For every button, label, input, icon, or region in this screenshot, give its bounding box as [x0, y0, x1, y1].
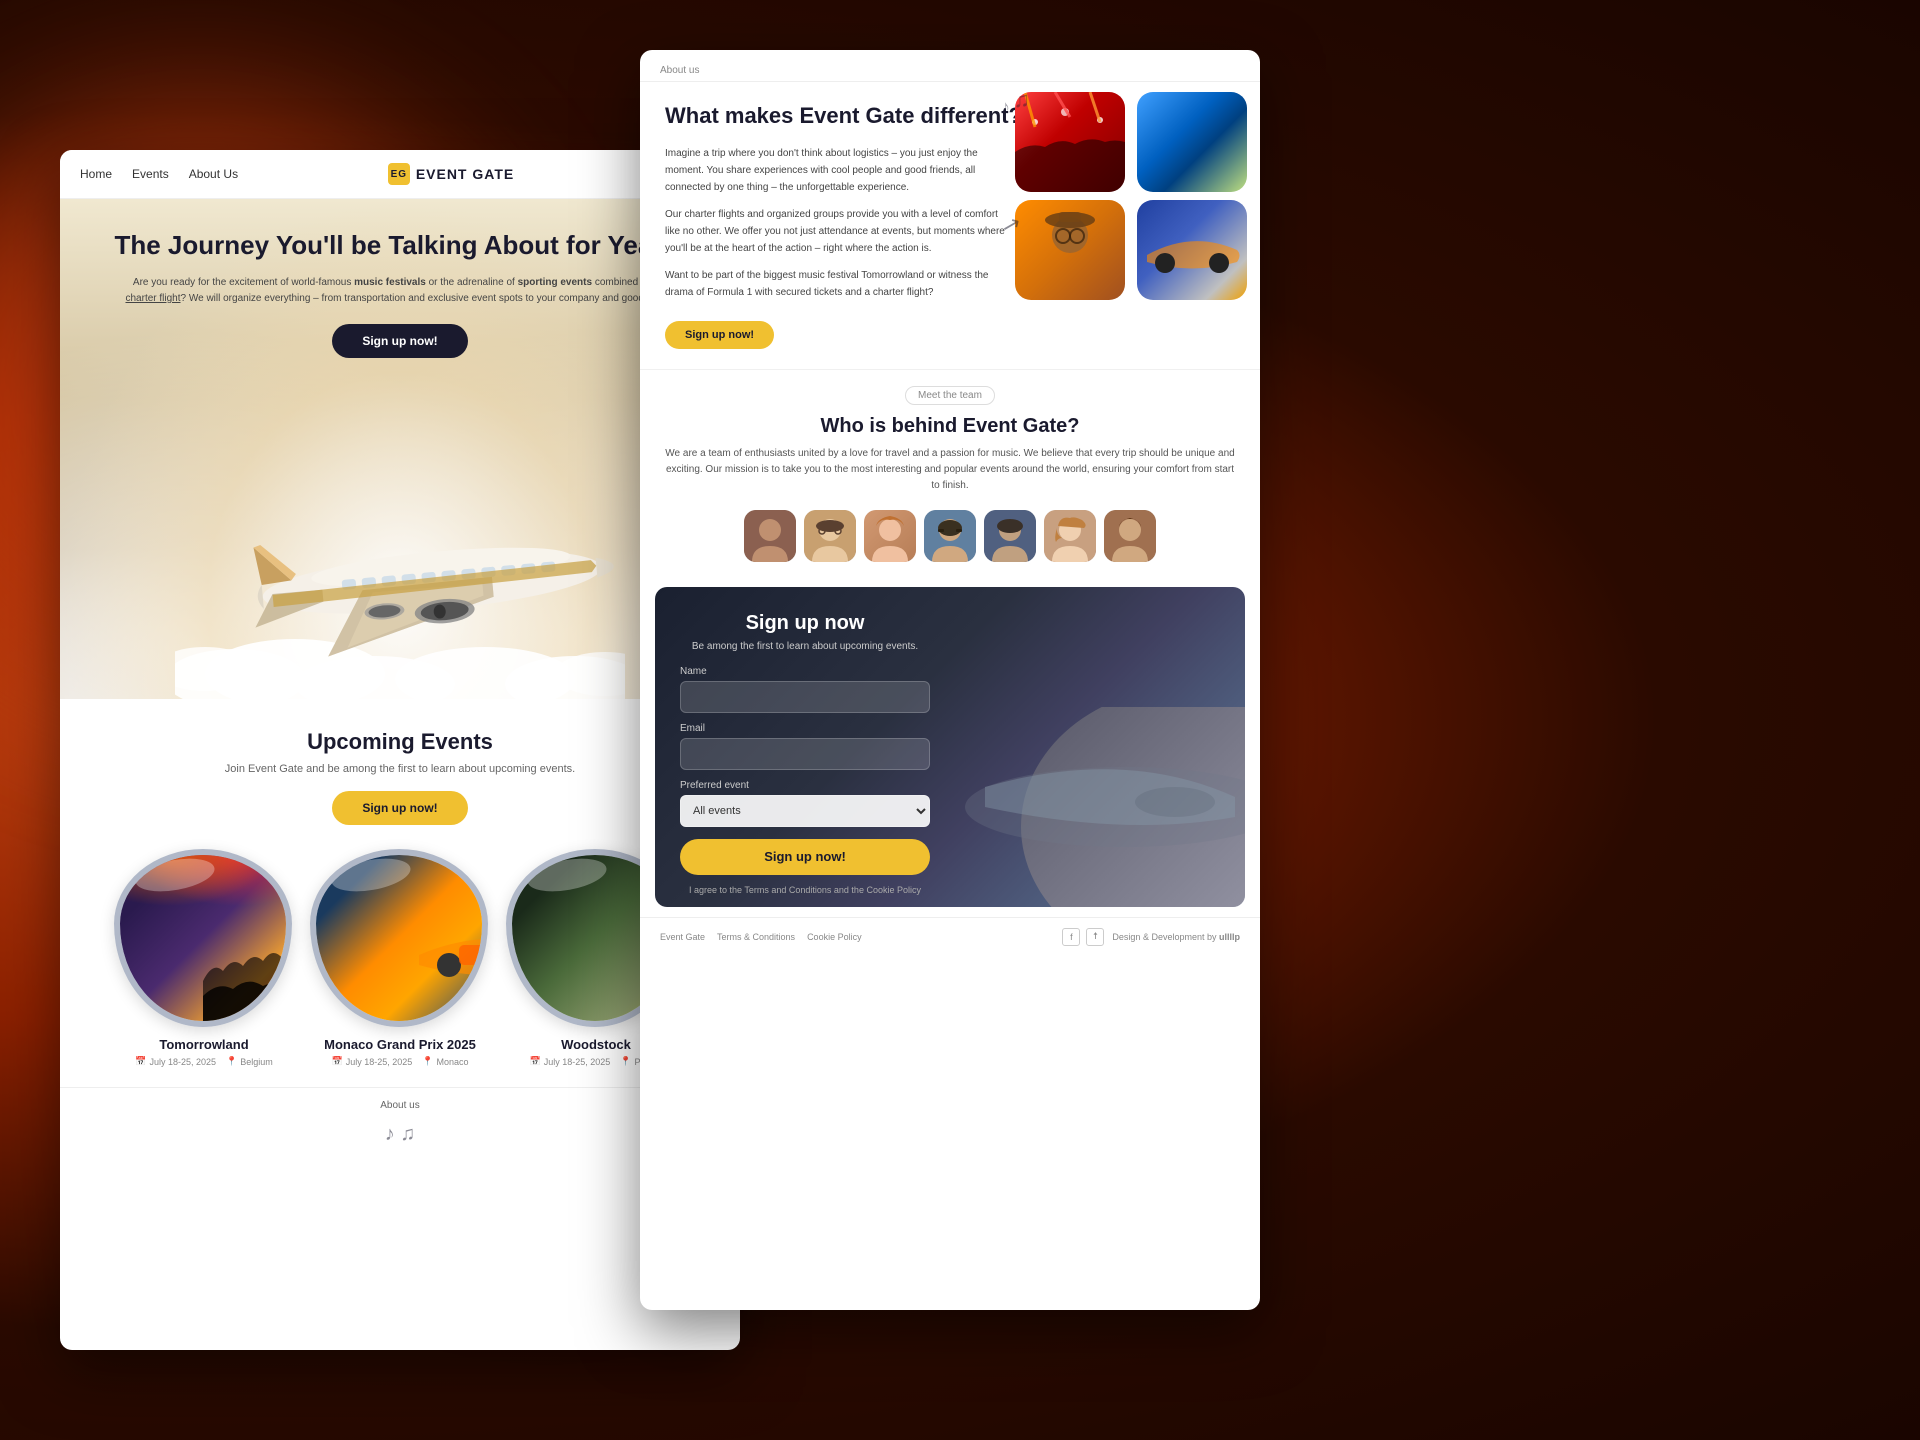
signup-form: Sign up now Be among the first to learn …: [655, 587, 955, 907]
about-cta-button[interactable]: Sign up now!: [665, 321, 774, 349]
footer-instagram-icon[interactable]: ☨: [1086, 928, 1104, 946]
windows-container: Home Events About Us EG EVENT GATE f ☨ T…: [60, 50, 1860, 1390]
email-label: Email: [680, 723, 930, 734]
team-title: Who is behind Event Gate?: [665, 415, 1235, 438]
event-name-monaco: Monaco Grand Prix 2025: [310, 1037, 490, 1052]
left-window: Home Events About Us EG EVENT GATE f ☨ T…: [60, 150, 740, 1350]
event-meta-tomorrowland: 📅 July 18-25, 2025 📍 Belgium: [114, 1056, 294, 1067]
cookie-link[interactable]: Cookie Policy: [807, 932, 862, 942]
event-name-tomorrowland: Tomorrowland: [114, 1037, 294, 1052]
team-avatars: [665, 510, 1235, 562]
hero-cta-button[interactable]: Sign up now!: [332, 324, 467, 358]
hero-title: The Journey You'll be Talking About for …: [60, 229, 740, 263]
nav-home[interactable]: Home: [80, 167, 112, 181]
event-img-festival: [1015, 200, 1125, 300]
hero-subtitle: Are you ready for the excitement of worl…: [60, 263, 740, 319]
avatar-4: [924, 510, 976, 562]
right-window: About us What makes Event Gate different…: [640, 50, 1260, 1310]
avatar-2: [804, 510, 856, 562]
terms-text: I agree to the Terms and Conditions and …: [680, 885, 930, 895]
footer-links: Event Gate Terms & Conditions Cookie Pol…: [660, 932, 862, 942]
about-section-wrapper: What makes Event Gate different? Imagine…: [640, 82, 1260, 369]
right-footer: Event Gate Terms & Conditions Cookie Pol…: [640, 917, 1260, 956]
events-section: Upcoming Events Join Event Gate and be a…: [60, 699, 740, 1087]
events-subtitle: Join Event Gate and be among the first t…: [90, 763, 710, 775]
music-note-2: ♫: [1014, 87, 1031, 113]
event-img-concert: [1015, 92, 1125, 192]
navigation: Home Events About Us EG EVENT GATE f ☨: [60, 150, 740, 199]
about-text-2: Our charter flights and organized groups…: [665, 206, 1005, 257]
avatar-3: [864, 510, 916, 562]
signup-form-title: Sign up now: [680, 612, 930, 635]
name-label: Name: [680, 666, 930, 677]
preferred-event-label: Preferred event: [680, 780, 930, 791]
event-window-monaco: [310, 849, 488, 1027]
event-img-f1: [1137, 200, 1247, 300]
avatar-1: [744, 510, 796, 562]
preferred-event-select[interactable]: All events Tomorrowland Monaco Grand Pri…: [680, 795, 930, 827]
logo: EG EVENT GATE: [388, 163, 514, 185]
music-note-1: ♪: [1001, 97, 1010, 118]
signup-section: Sign up now Be among the first to learn …: [655, 587, 1245, 907]
airplane-image: [175, 469, 625, 699]
nav-events[interactable]: Events: [132, 167, 169, 181]
signup-cta-button[interactable]: Sign up now!: [680, 839, 930, 875]
right-about-label: About us: [640, 50, 1260, 82]
event-card-monaco: Monaco Grand Prix 2025 📅 July 18-25, 202…: [310, 849, 490, 1067]
footer-brand: Event Gate: [660, 932, 705, 942]
event-images-grid: [1015, 92, 1250, 300]
about-text-1: Imagine a trip where you don't think abo…: [665, 145, 1005, 196]
meet-team-label: Meet the team: [905, 386, 995, 405]
footer-credit: Design & Development by ullllp: [1112, 932, 1240, 942]
signup-plane-svg: [925, 687, 1245, 907]
events-cta-button[interactable]: Sign up now!: [332, 791, 467, 825]
footer-social: f ☨: [1062, 928, 1104, 946]
email-input[interactable]: [680, 738, 930, 770]
footer-facebook-icon[interactable]: f: [1062, 928, 1080, 946]
event-window-tomorrowland: [114, 849, 292, 1027]
logo-icon: EG: [388, 163, 410, 185]
name-input[interactable]: [680, 681, 930, 713]
logo-text: EVENT GATE: [416, 166, 514, 182]
event-card-tomorrowland: Tomorrowland 📅 July 18-25, 2025 📍 Belgiu…: [114, 849, 294, 1067]
music-note-left: ♪ ♫: [60, 1123, 740, 1154]
team-section: Meet the team Who is behind Event Gate? …: [640, 369, 1260, 577]
bottom-about-label: About us: [60, 1087, 740, 1123]
event-meta-monaco: 📅 July 18-25, 2025 📍 Monaco: [310, 1056, 490, 1067]
events-title: Upcoming Events: [90, 729, 710, 755]
nav-about[interactable]: About Us: [189, 167, 238, 181]
event-img-beach: [1137, 92, 1247, 192]
team-description: We are a team of enthusiasts united by a…: [665, 446, 1235, 494]
hero-section: The Journey You'll be Talking About for …: [60, 199, 740, 699]
avatar-7: [1104, 510, 1156, 562]
avatar-6: [1044, 510, 1096, 562]
avatar-5: [984, 510, 1036, 562]
events-grid: Tomorrowland 📅 July 18-25, 2025 📍 Belgiu…: [90, 849, 710, 1067]
about-text-3: Want to be part of the biggest music fes…: [665, 267, 1005, 301]
terms-link[interactable]: Terms & Conditions: [717, 932, 795, 942]
signup-form-subtitle: Be among the first to learn about upcomi…: [680, 641, 930, 652]
nav-links: Home Events About Us: [80, 167, 238, 181]
footer-right: f ☨ Design & Development by ullllp: [1062, 928, 1240, 946]
